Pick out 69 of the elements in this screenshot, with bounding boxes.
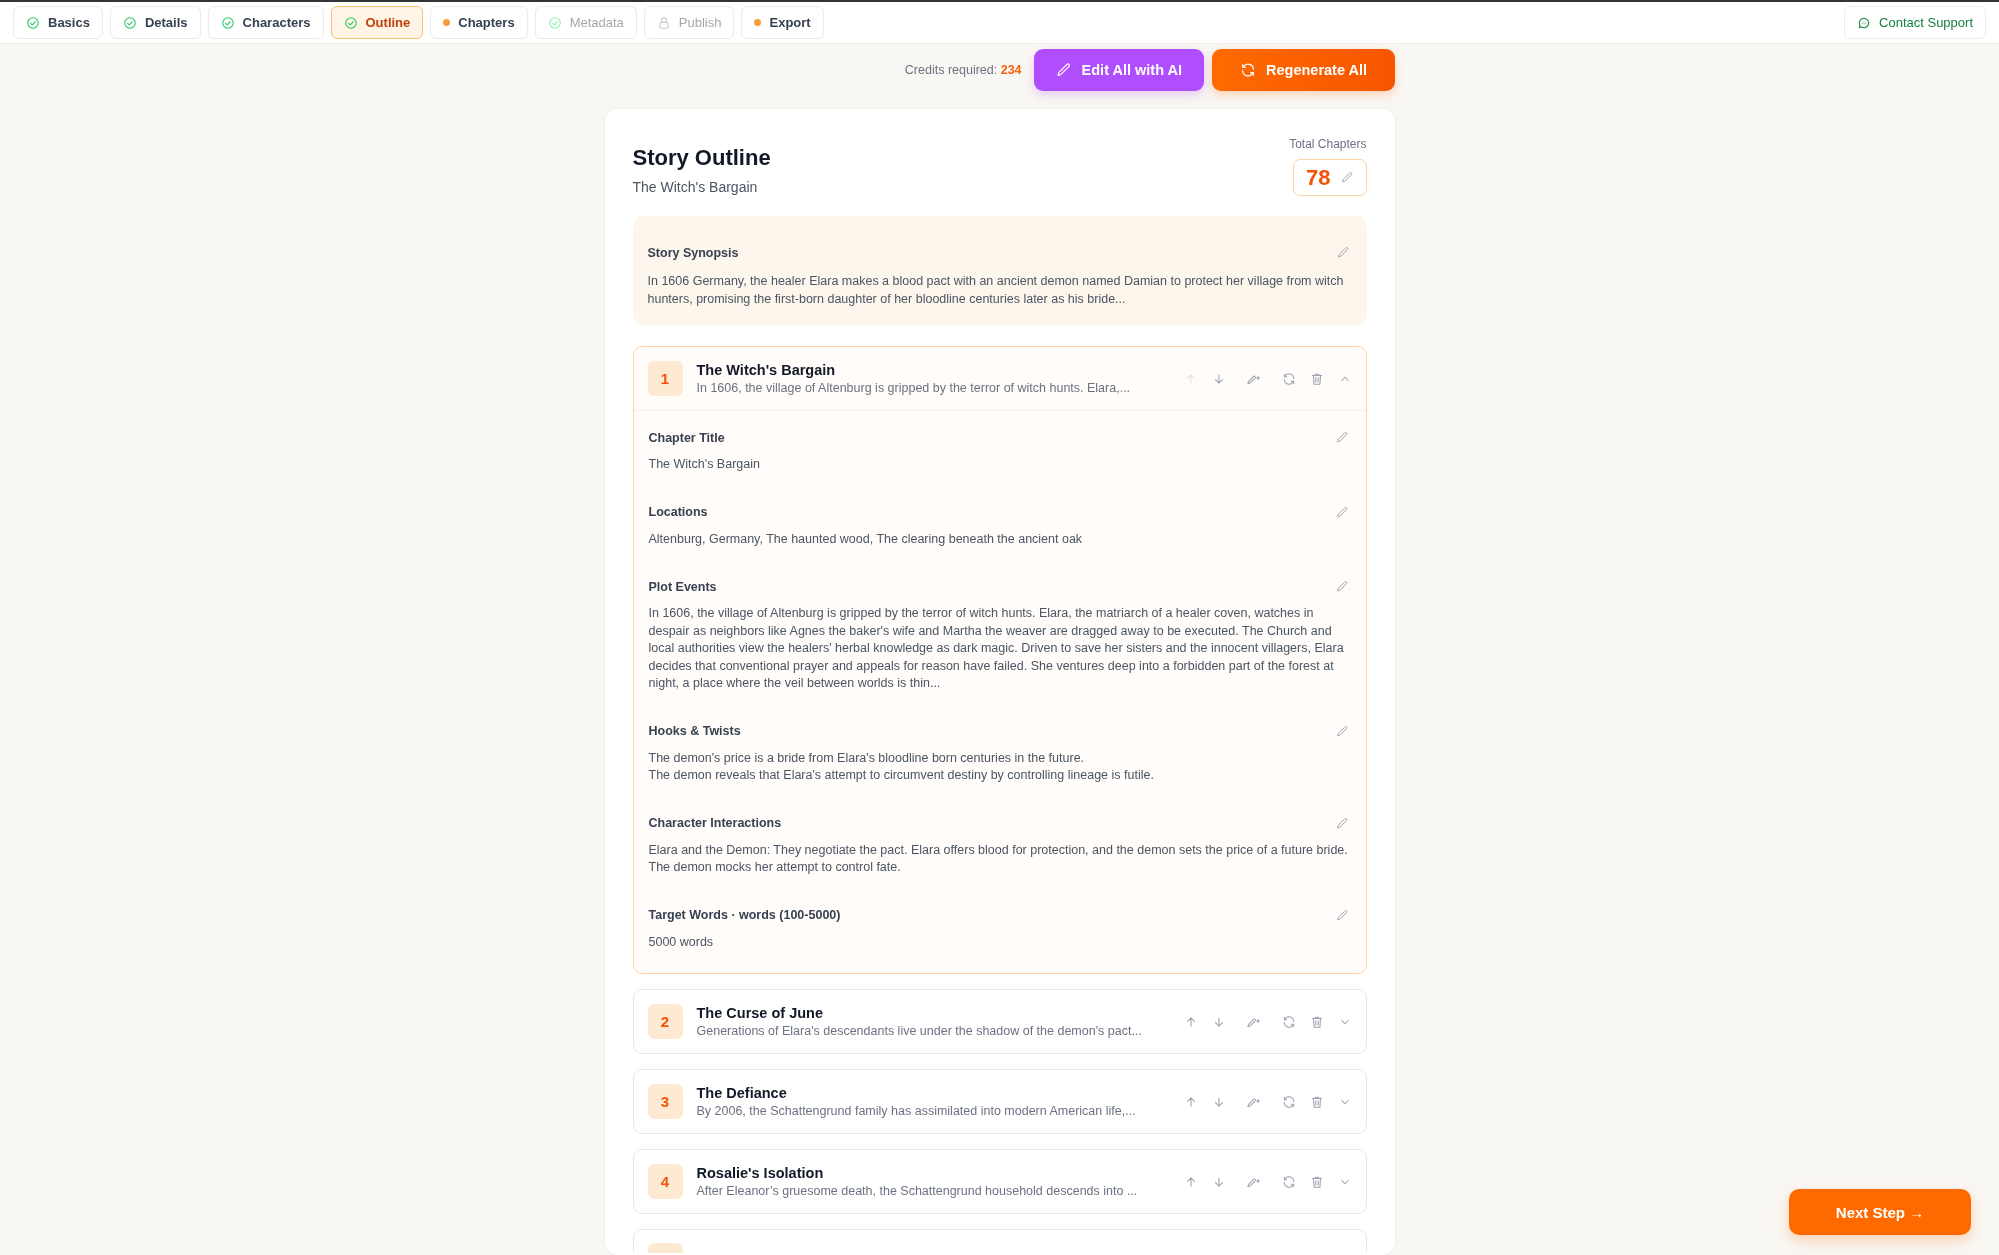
field-value: The Witch's Bargain [648,456,761,473]
field-label: Character Interactions [648,816,782,830]
field-label: Locations [648,505,708,519]
field-value: Altenburg, Germany, The haunted wood, The clearing beneath the ancient oak [648,530,1084,548]
refresh-icon [1281,371,1296,386]
pencil-icon [1055,62,1072,78]
total-chapters-label: Total Chapters [1289,137,1367,151]
chapter-summary: Generations of Elara's descendants live under the shadow of the demon's pact... [696,1024,1143,1038]
status-dot [754,19,762,26]
edit-all-button[interactable]: Edit All with AI [1033,49,1204,91]
pencil-icon [1335,505,1349,519]
contact-support-button[interactable]: Contact Support [1844,6,1986,39]
check-circle-icon [26,15,40,30]
pencil-icon [1335,908,1349,922]
chapter-number: 3 [647,1084,683,1119]
trash-icon [1309,1094,1324,1109]
chapter-title: Rosalie's Isolation [696,1165,825,1181]
check-circle-icon [122,15,137,30]
step-tab[interactable]: Outline [330,6,424,39]
field-label: Story Synopsis [647,245,739,260]
field-label: Hooks & Twists [648,724,741,738]
chapter-number: 1 [647,361,683,396]
synopsis-text: In 1606 Germany, the healer Elara makes a blood pact with an ancient demon named Damian to protect her village from witch hunters, promising the first-born daughter of her bloodline centuries later as his bride... [647,273,1345,308]
step-tab[interactable]: Chapters [430,6,528,39]
next-step-button[interactable]: Next Step → [1789,1189,1971,1235]
pencil-icon [1336,246,1350,259]
total-chapters-field[interactable]: 78 [1293,159,1367,196]
chapter-title: The Defiance [696,1085,788,1101]
chat-icon [1857,15,1872,30]
story-name: The Witch's Bargain [632,179,759,195]
chapter-summary: By 2006, the Schattengrund family has assimilated into modern American life,... [696,1104,1137,1118]
check-circle-icon [343,15,358,30]
field-label: Plot Events [648,579,717,594]
refresh-icon [1281,1014,1296,1029]
trash-icon [1309,371,1324,386]
pencil-icon [1335,431,1349,444]
field-label: Target Words · words (100-5000) [648,908,841,922]
pencil-icon [1340,171,1354,184]
regenerate-all-button[interactable]: Regenerate All [1212,49,1395,91]
field-value: Elara and the Demon: They negotiate the pact. Elara offers blood for protection, and the demon sets the price of a future bride. The demon mocks her attempt to control fate. [648,841,1349,876]
step-tab[interactable]: Basics [13,6,103,39]
pencil-icon [1335,724,1349,738]
refresh-icon [1240,62,1256,78]
trash-icon [1309,1174,1324,1189]
check-circle-icon [220,15,235,30]
chapter-title: The Curse of June [696,1005,824,1021]
field-label: Chapter Title [648,430,725,445]
credits-text: Credits required: 234 [904,63,1022,77]
step-tab[interactable]: Export [741,6,824,39]
field-value: The demon reveals that Elara's attempt to circumvent destiny by controlling lineage is futile. [648,767,1155,784]
chapter-summary: In 1606, the village of Altenburg is gripped by the terror of witch hunts. Elara,... [696,381,1132,395]
field-value: In 1606, the village of Altenburg is gripped by the terror of witch hunts. Elara, the matriarch of a healer coven, watches in despair as neighbors like Agnes the baker's wife and Martha the weaver are dragged away to be executed. The Church and local authorities view the healers' herbal knowledge as dark magic. Driven to save her sisters and the innocent villagers, Elara decides that conventional prayer and appeals for reason have failed. She ventures deep into a forbidden part of the forest at night, a place where the veil between worlds is thin... [648,605,1345,692]
outline-title: Story Outline [632,145,771,171]
chapter-number: 4 [647,1164,683,1199]
field-value: The demon's price is a bride from Elara's bloodline born centuries in the future. [648,749,1086,767]
lock-icon [656,15,671,30]
step-tab[interactable]: Characters [207,6,324,39]
refresh-icon [1281,1094,1296,1109]
field-value: 5000 words [648,933,715,951]
chapter-number: 2 [647,1004,683,1039]
step-tab[interactable]: Details [109,6,201,39]
chapter-summary: After Eleanor’s gruesome death, the Schattengrund household descends into ... [696,1184,1139,1198]
refresh-icon [1281,1174,1296,1189]
check-circle-icon [547,15,562,30]
status-dot [443,19,451,26]
pencil-icon [1335,580,1349,593]
trash-icon [1309,1014,1324,1029]
pencil-icon [1335,816,1349,830]
chapter-title: The Witch's Bargain [696,362,837,378]
